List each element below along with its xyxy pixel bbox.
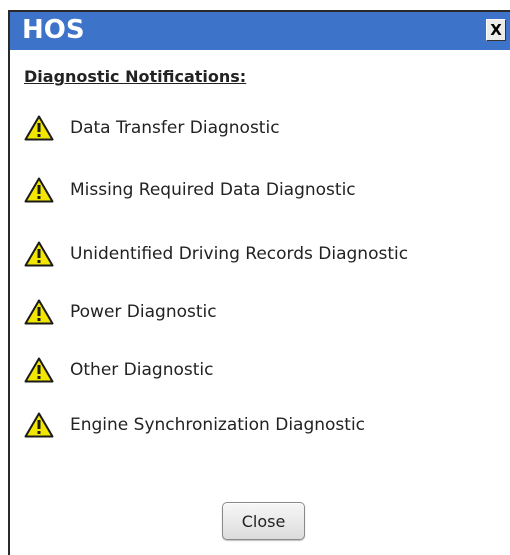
diagnostic-label: Engine Synchronization Diagnostic bbox=[70, 415, 366, 435]
diagnostic-label: Data Transfer Diagnostic bbox=[70, 118, 280, 138]
diagnostic-label: Missing Required Data Diagnostic bbox=[70, 180, 356, 200]
warning-icon bbox=[24, 299, 54, 325]
diagnostic-item-missing-required-data: Missing Required Data Diagnostic bbox=[24, 177, 504, 205]
diagnostic-item-other: Other Diagnostic bbox=[24, 357, 504, 385]
warning-icon bbox=[24, 177, 54, 203]
dialog-title: HOS bbox=[22, 15, 85, 45]
warning-icon bbox=[24, 412, 54, 438]
section-heading: Diagnostic Notifications: bbox=[24, 67, 247, 86]
diagnostic-label: Power Diagnostic bbox=[70, 302, 217, 322]
close-icon[interactable]: X bbox=[486, 19, 506, 41]
title-bar[interactable]: HOS X bbox=[10, 12, 510, 50]
hos-dialog: HOS X Diagnostic Notifications: Data Tra… bbox=[8, 10, 510, 555]
diagnostic-item-engine-synchronization: Engine Synchronization Diagnostic bbox=[24, 412, 504, 440]
diagnostic-item-unidentified-driving-records: Unidentified Driving Records Diagnostic bbox=[24, 241, 504, 269]
diagnostic-label: Other Diagnostic bbox=[70, 360, 214, 380]
diagnostic-item-data-transfer: Data Transfer Diagnostic bbox=[24, 115, 504, 143]
warning-icon bbox=[24, 241, 54, 267]
diagnostic-item-power: Power Diagnostic bbox=[24, 299, 504, 327]
diagnostic-label: Unidentified Driving Records Diagnostic bbox=[70, 244, 409, 264]
warning-icon bbox=[24, 115, 54, 141]
warning-icon bbox=[24, 357, 54, 383]
close-button[interactable]: Close bbox=[222, 502, 305, 540]
